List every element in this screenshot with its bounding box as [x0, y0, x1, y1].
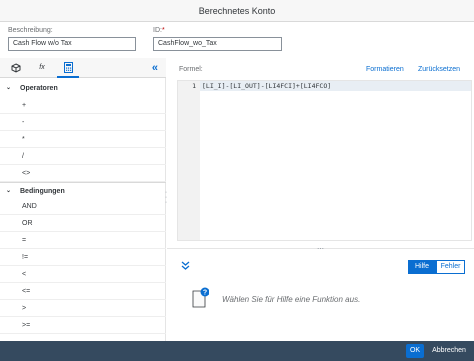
expand-help-icon[interactable]: [181, 261, 190, 272]
chevron-down-icon: ⌄: [6, 85, 12, 91]
svg-text:?: ?: [203, 290, 207, 297]
format-link[interactable]: Formatieren: [366, 66, 404, 73]
condition-item[interactable]: <=: [0, 284, 166, 300]
description-input[interactable]: Cash Flow w/o Tax: [8, 37, 136, 51]
conditions-group-header[interactable]: ⌄ Bedingungen: [0, 182, 166, 199]
right-panel: Formel: Formatieren Zurücksetzen 1 [LI_I…: [167, 58, 474, 341]
operators-title: Operatoren: [20, 85, 58, 92]
condition-item[interactable]: OR: [0, 216, 166, 232]
help-tab-button[interactable]: Hilfe: [408, 260, 436, 274]
formula-code[interactable]: [LI_I]-[LI_OUT]-[LI4FCI]+[LI4FCO]: [202, 82, 331, 90]
required-mark: *: [161, 27, 165, 34]
reset-link[interactable]: Zurücksetzen: [418, 66, 460, 73]
operators-group-header[interactable]: ⌄ Operatoren: [0, 80, 166, 97]
id-input[interactable]: CashFlow_wo_Tax: [153, 37, 282, 51]
left-panel: fx « ⌄ Operatoren + - * / <> ⌄ Bedingung…: [0, 58, 166, 341]
dialog-title: Berechnetes Konto: [0, 0, 474, 22]
id-label-text: ID:: [153, 27, 162, 34]
function-icon[interactable]: fx: [31, 58, 53, 78]
help-message: Wählen Sie für Hilfe eine Funktion aus.: [222, 295, 361, 304]
id-label: ID:*: [153, 27, 165, 34]
formula-label: Formel:: [179, 66, 203, 73]
formula-editor[interactable]: 1 [LI_I]-[LI_OUT]-[LI4FCI]+[LI4FCO]: [177, 80, 472, 241]
operator-item[interactable]: -: [0, 115, 166, 131]
header-fields: Beschreibung: Cash Flow w/o Tax ID:* Cas…: [0, 22, 474, 58]
condition-item[interactable]: <: [0, 267, 166, 283]
cube-icon[interactable]: [5, 58, 27, 78]
condition-item[interactable]: >: [0, 301, 166, 317]
operator-item[interactable]: /: [0, 149, 166, 165]
condition-item[interactable]: =: [0, 233, 166, 249]
errors-tab-button[interactable]: Fehler: [436, 260, 465, 274]
cancel-button[interactable]: Abbrechen: [428, 344, 470, 358]
operator-item[interactable]: +: [0, 98, 166, 114]
condition-item[interactable]: AND: [0, 199, 166, 215]
operator-item[interactable]: *: [0, 132, 166, 148]
ok-button[interactable]: OK: [406, 344, 424, 358]
condition-item[interactable]: >=: [0, 318, 166, 334]
description-label: Beschreibung:: [8, 27, 53, 34]
collapse-panel-icon[interactable]: «: [152, 58, 158, 78]
splitter-grip-icon[interactable]: ⋯: [317, 245, 324, 253]
line-number: 1: [192, 82, 196, 90]
left-tabbar: fx «: [0, 58, 166, 78]
editor-gutter: 1: [178, 81, 200, 240]
horizontal-splitter[interactable]: ⋯: [167, 245, 474, 253]
chevron-down-icon: ⌄: [6, 188, 12, 194]
help-document-icon: ?: [191, 287, 210, 309]
operator-item[interactable]: <>: [0, 166, 166, 182]
condition-item[interactable]: !=: [0, 250, 166, 266]
dialog-footer: OK Abbrechen: [0, 341, 474, 361]
calculator-icon[interactable]: [57, 58, 79, 78]
conditions-title: Bedingungen: [20, 188, 65, 195]
